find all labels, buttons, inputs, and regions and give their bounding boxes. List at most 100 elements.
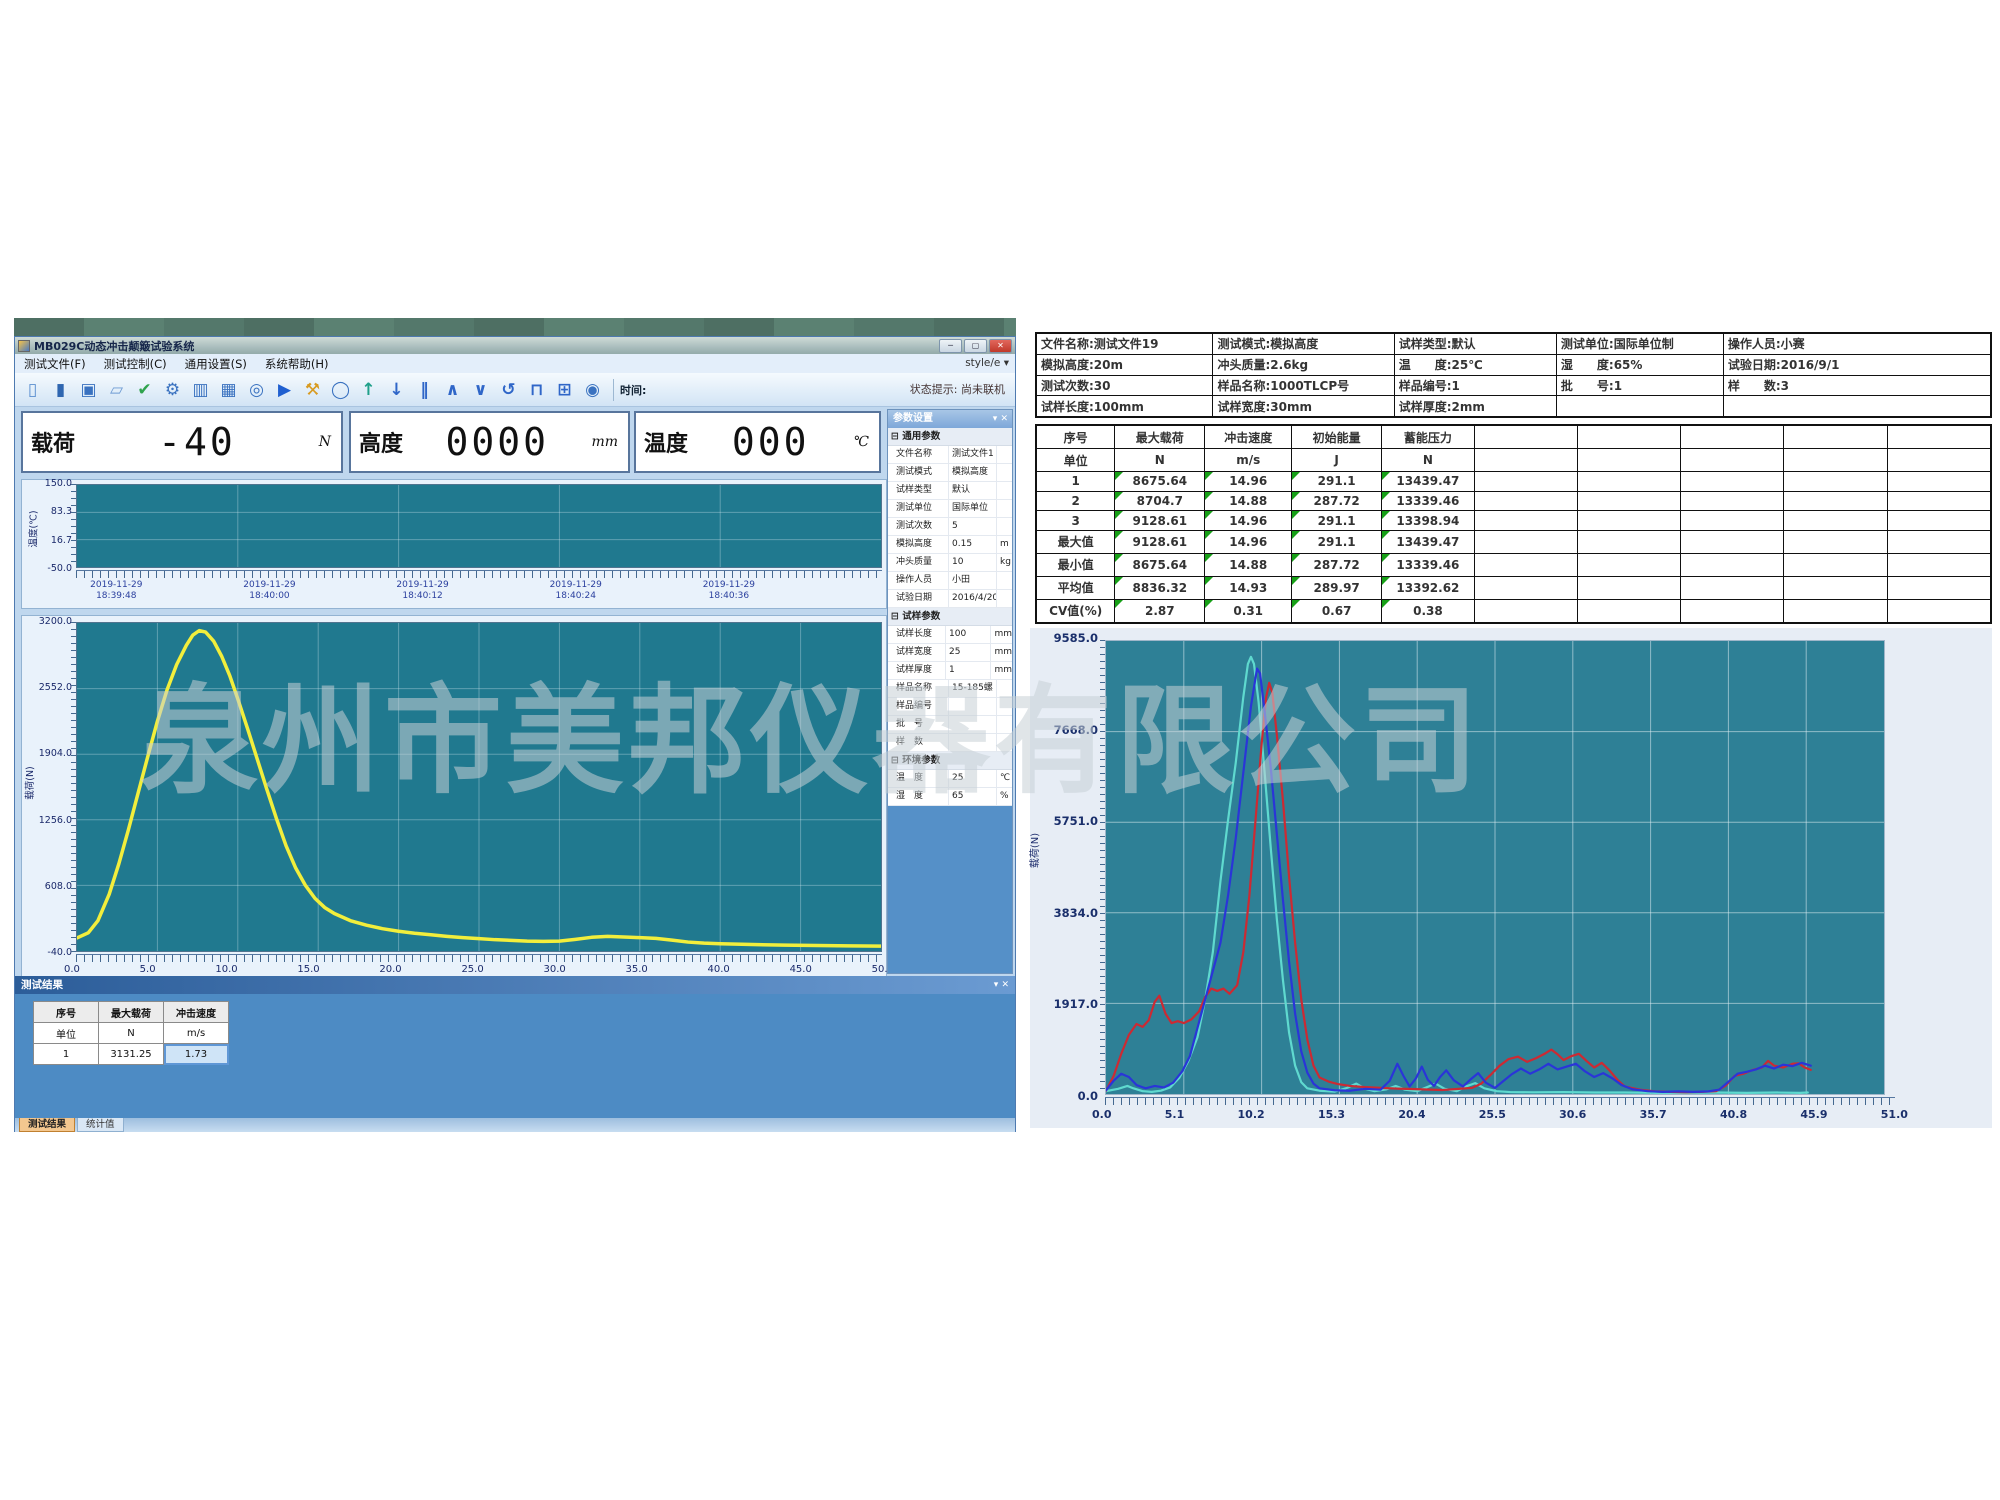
cell-r7c9 [1887, 576, 1990, 599]
load-plot-svg [77, 623, 881, 951]
tick-label: 20.0 [379, 964, 401, 975]
cell-r5c0: 最大值 [1037, 530, 1115, 553]
param-value[interactable]: 默认 [949, 482, 997, 499]
param-value[interactable]: 25 [949, 770, 997, 787]
lower-arrow-icon[interactable]: ↓ [383, 377, 410, 403]
pin-icon[interactable]: ▾ [994, 980, 999, 990]
time-label: 时间: [620, 382, 646, 398]
param-value[interactable]: 2016/4/20 [949, 590, 997, 607]
cell-r8c1: 2.87 [1115, 599, 1205, 622]
tick-label: 15.0 [297, 964, 319, 975]
param-value[interactable]: 测试文件1 [949, 446, 997, 463]
cell-r4c0: 3 [1037, 511, 1115, 531]
tick-label: 0.0 [64, 964, 80, 975]
cell-r3c4: 13339.46 [1382, 491, 1475, 511]
param-label: 模拟高度 [888, 536, 949, 553]
new-file-icon[interactable]: ▯ [19, 377, 46, 403]
param-value[interactable]: 1 [946, 662, 991, 679]
cell-r0c0: 序号 [34, 1002, 99, 1023]
close-icon[interactable]: ✕ [1000, 414, 1008, 424]
power-icon[interactable]: ◉ [579, 377, 606, 403]
start-test-icon[interactable]: ▶ [271, 377, 298, 403]
cell-r1c0: 单位 [1037, 449, 1115, 472]
pause-icon[interactable]: ‖ [411, 377, 438, 403]
param-value[interactable]: 国际单位制 [949, 500, 997, 517]
menu-item[interactable]: 测试文件(F) [15, 356, 95, 372]
cell-r3c0: 试样长度:100mm [1037, 396, 1213, 417]
param-label: 测试模式 [888, 464, 949, 481]
cell-r2c8 [1784, 472, 1887, 492]
cell-r2c2[interactable]: 1.73 [164, 1044, 229, 1065]
storage-card-icon[interactable]: ▦ [215, 377, 242, 403]
jog-down-icon[interactable]: ∨ [467, 377, 494, 403]
close-button[interactable]: ✕ [989, 339, 1012, 353]
param-value[interactable] [949, 734, 997, 751]
menu-item[interactable]: 系统帮助(H) [256, 356, 338, 372]
param-value[interactable]: 25 [946, 644, 991, 661]
param-unit [997, 482, 1012, 499]
close-icon[interactable]: ✕ [1001, 980, 1009, 990]
param-value[interactable]: 小田 [949, 572, 997, 589]
menu-style-selector[interactable]: style/e ▾ [965, 357, 1009, 369]
jog-up-icon[interactable]: ∧ [439, 377, 466, 403]
param-value[interactable]: 10 [949, 554, 997, 571]
cell-r2c7 [1681, 472, 1784, 492]
param-label: 样 数 [888, 734, 949, 751]
minimize-button[interactable]: ─ [939, 339, 962, 353]
cell-r1c4: 试验日期:2016/9/1 [1723, 354, 1990, 375]
maximize-button[interactable]: ▢ [964, 339, 987, 353]
pin-icon[interactable]: ▾ [993, 414, 998, 424]
param-value[interactable] [949, 716, 997, 733]
open-file-icon[interactable]: ▮ [47, 377, 74, 403]
tick-label: 35.0 [626, 964, 648, 975]
param-value[interactable]: 65 [949, 788, 997, 805]
param-section-header[interactable]: ⊟ 通用参数 [888, 428, 1012, 446]
cell-r1c2: m/s [1205, 449, 1292, 472]
cell-r3c7 [1681, 491, 1784, 511]
load-plot[interactable] [76, 622, 882, 952]
param-section-header[interactable]: ⊟ 环境参数 [888, 752, 1012, 770]
param-row: 批 号 [888, 716, 1012, 734]
settings-gear-icon[interactable]: ⚙ [159, 377, 186, 403]
close-file-icon[interactable]: ▱ [103, 377, 130, 403]
tick-label: 1256.0 [39, 816, 72, 825]
test-results-panel: 测试结果 ▾ ✕ 序号最大载荷冲击速度单位Nm/s13131.251.73 [15, 976, 1015, 1118]
gauge-icon[interactable]: ◎ [243, 377, 270, 403]
raise-arrow-icon[interactable]: ↑ [355, 377, 382, 403]
cell-r6c6 [1578, 553, 1681, 576]
param-row: 操作人员小田 [888, 572, 1012, 590]
param-value[interactable]: 模拟高度 [949, 464, 997, 481]
param-section-header[interactable]: ⊟ 试样参数 [888, 608, 1012, 626]
report-plot[interactable] [1105, 640, 1885, 1095]
test-results-header[interactable]: 测试结果 ▾ ✕ [15, 976, 1015, 994]
bottom-tab-1[interactable]: 测试结果 [19, 1118, 75, 1132]
param-value[interactable]: 100 [946, 626, 991, 643]
menu-item[interactable]: 测试控制(C) [95, 356, 176, 372]
stop-ring-icon[interactable]: ◯ [327, 377, 354, 403]
param-label: 试样类型 [888, 482, 949, 499]
lock-icon[interactable]: ⊓ [523, 377, 550, 403]
connect-check-icon[interactable]: ✔ [131, 377, 158, 403]
cell-r2c0: 1 [34, 1044, 99, 1065]
param-value[interactable]: 5 [949, 518, 997, 535]
menu-item[interactable]: 通用设置(S) [176, 356, 256, 372]
param-value[interactable]: 0.15 [949, 536, 997, 553]
clean-icon[interactable]: ⚒ [299, 377, 326, 403]
device-icon[interactable]: ▥ [187, 377, 214, 403]
param-label: 样品名称 [888, 680, 949, 697]
param-value[interactable]: 15-185螺丝带 [949, 680, 997, 697]
reset-undo-icon[interactable]: ↺ [495, 377, 522, 403]
param-label: 试样宽度 [888, 644, 946, 661]
title-bar[interactable]: MB029C动态冲击颠簸试验系统 ─ ▢ ✕ [15, 337, 1015, 354]
bottom-tab-2[interactable]: 统计值 [77, 1118, 124, 1132]
parameter-panel-header[interactable]: 参数设置 ▾ ✕ [888, 410, 1012, 428]
temperature-plot[interactable] [76, 484, 882, 568]
panel-layout-icon[interactable]: ⊞ [551, 377, 578, 403]
tick-label: 51.0 [1881, 1108, 1908, 1121]
param-value[interactable] [949, 698, 997, 715]
cell-r0c3: 初始能量 [1292, 426, 1382, 449]
save-file-icon[interactable]: ▣ [75, 377, 102, 403]
cell-r0c9 [1887, 426, 1990, 449]
param-row: 测试模式模拟高度 [888, 464, 1012, 482]
param-row: 试样厚度1mm [888, 662, 1012, 680]
